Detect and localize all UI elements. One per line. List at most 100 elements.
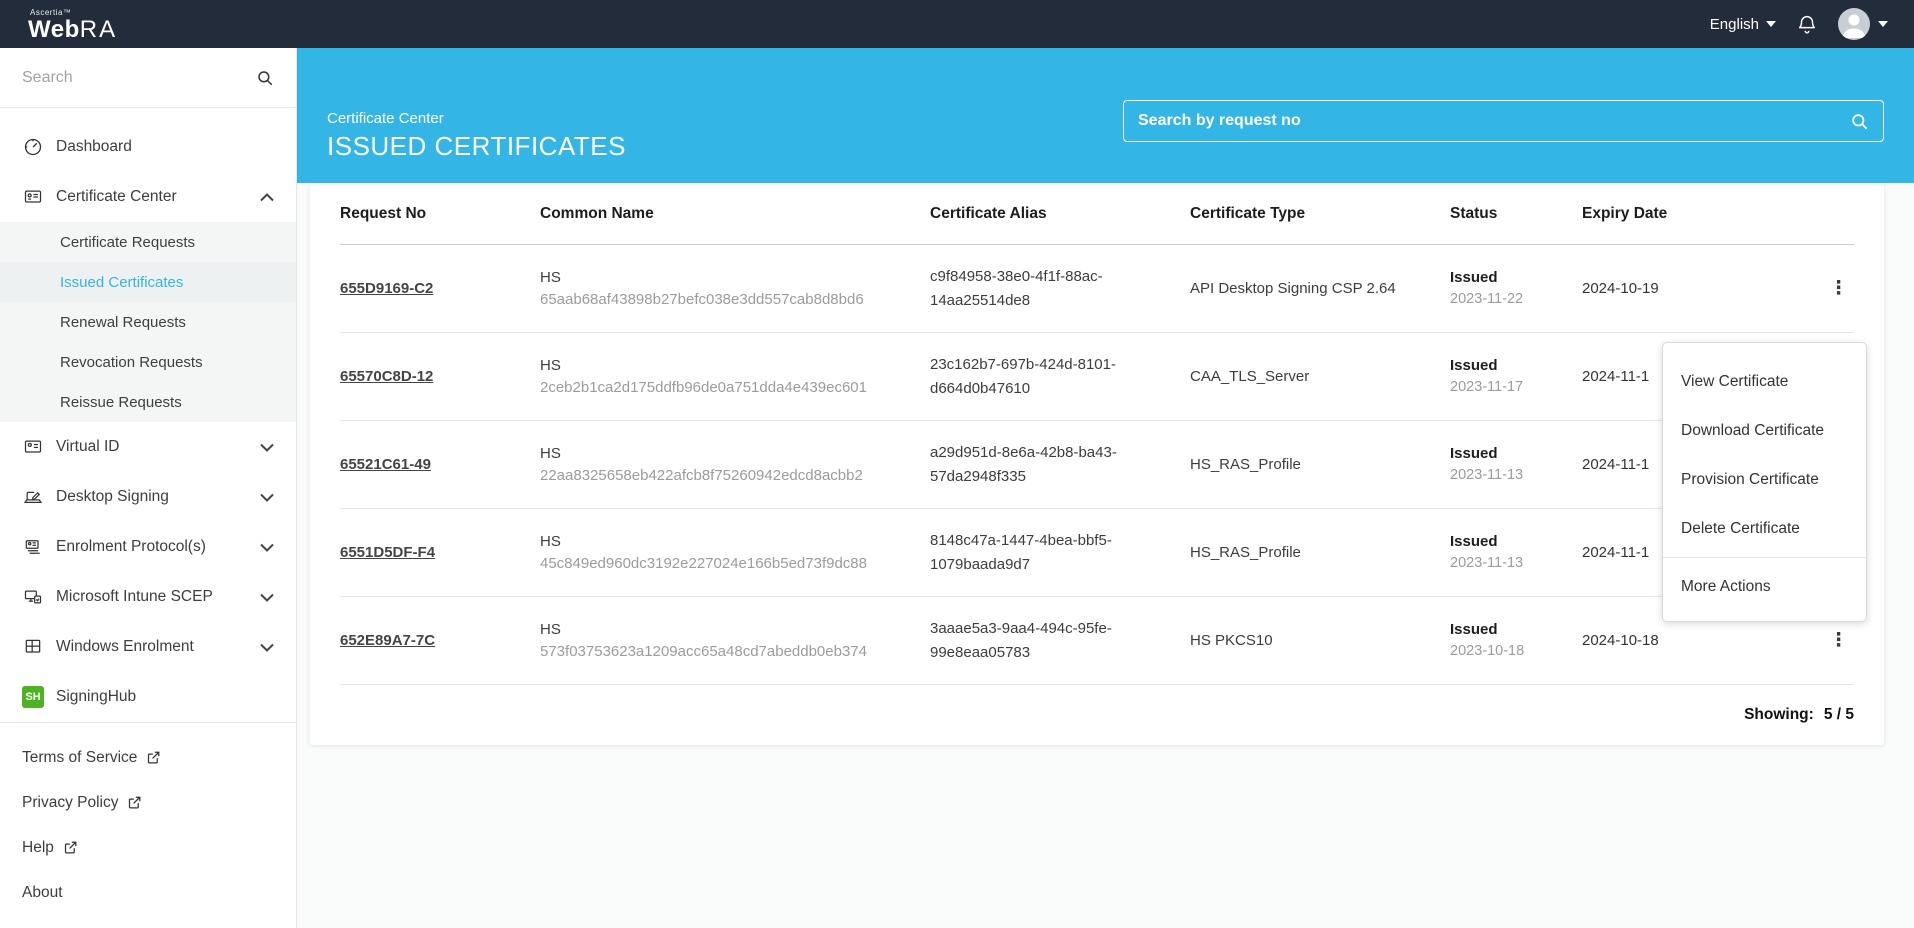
table-row: 65521C61-49 HS 22aa8325658eb422afcb8f752…: [340, 421, 1854, 509]
common-name-hash: 2ceb2b1ca2d175ddfb96de0a751dda4e439ec601: [540, 377, 873, 399]
sidebar-item-revocation-requests[interactable]: Revocation Requests: [0, 342, 296, 382]
page-title: ISSUED CERTIFICATES: [327, 131, 626, 162]
sidebar-item-enrolment-protocols[interactable]: Enrolment Protocol(s): [0, 522, 296, 572]
request-search-input[interactable]: [1138, 112, 1840, 130]
common-name-cell: HS 573f03753623a1209acc65a48cd7abeddb0eb…: [540, 619, 930, 663]
common-name-hash: 45c849ed960dc3192e227024e166b5ed73f9dc88: [540, 553, 873, 575]
showing-label: Showing:: [1744, 706, 1814, 724]
main-content: Certificate Center ISSUED CERTIFICATES R…: [297, 48, 1914, 928]
common-name-org: HS: [540, 531, 930, 553]
status-badge: Issued: [1450, 443, 1582, 465]
request-no-link[interactable]: 652E89A7-7C: [340, 632, 435, 649]
expiry-date: 2024-10-18: [1582, 632, 1659, 649]
search-icon[interactable]: [256, 69, 274, 87]
signinghub-icon: SH: [22, 686, 44, 708]
showing-value: 5 / 5: [1824, 706, 1854, 724]
status-badge: Issued: [1450, 531, 1582, 553]
menu-item-more-actions[interactable]: More Actions: [1663, 562, 1866, 611]
sidebar-item-certificate-center[interactable]: Certificate Center: [0, 172, 296, 222]
menu-divider: [1663, 557, 1866, 558]
column-header-request-no: Request No: [340, 205, 540, 223]
row-actions-kebab-icon[interactable]: ⋮: [1823, 630, 1854, 652]
expiry-date: 2024-11-1: [1582, 368, 1649, 385]
menu-item-provision-certificate[interactable]: Provision Certificate: [1663, 455, 1866, 504]
privacy-policy-link[interactable]: Privacy Policy: [0, 780, 296, 825]
user-menu[interactable]: [1838, 8, 1888, 40]
common-name-org: HS: [540, 267, 930, 289]
language-selector[interactable]: English: [1710, 16, 1776, 33]
sidebar-item-dashboard[interactable]: Dashboard: [0, 122, 296, 172]
certificate-alias: 8148c47a-1447-4bea-bbf5-1079baada9d7: [930, 529, 1137, 577]
gauge-icon: [22, 136, 44, 158]
sidebar-item-microsoft-intune-scep[interactable]: Microsoft Intune SCEP: [0, 572, 296, 622]
sidebar-item-reissue-requests[interactable]: Reissue Requests: [0, 382, 296, 422]
certificate-alias: c9f84958-38e0-4f1f-88ac-14aa25514de8: [930, 265, 1137, 313]
menu-item-delete-certificate[interactable]: Delete Certificate: [1663, 504, 1866, 553]
table-row: 65570C8D-12 HS 2ceb2b1ca2d175ddfb96de0a7…: [340, 333, 1854, 421]
certificate-type: HS_RAS_Profile: [1190, 453, 1402, 476]
status-cell: Issued 2023-11-13: [1450, 443, 1582, 486]
certificate-type: HS PKCS10: [1190, 629, 1402, 652]
windows-icon: [22, 636, 44, 658]
sub-item-label: Renewal Requests: [60, 314, 186, 331]
chevron-down-icon: [260, 643, 274, 652]
menu-item-download-certificate[interactable]: Download Certificate: [1663, 406, 1866, 455]
chevron-down-icon: [260, 593, 274, 602]
sidebar-item-signinghub[interactable]: SH SigningHub: [0, 672, 296, 722]
sidebar-item-renewal-requests[interactable]: Renewal Requests: [0, 302, 296, 342]
monitors-icon: [22, 586, 44, 608]
sub-item-label: Reissue Requests: [60, 394, 182, 411]
request-no-link[interactable]: 655D9169-C2: [340, 280, 433, 297]
status-cell: Issued 2023-10-18: [1450, 619, 1582, 662]
request-search-box: [1123, 100, 1884, 142]
notifications-bell-icon[interactable]: [1796, 12, 1818, 36]
request-no-link[interactable]: 65521C61-49: [340, 456, 431, 473]
menu-item-view-certificate[interactable]: View Certificate: [1663, 357, 1866, 406]
link-label: Privacy Policy: [22, 794, 118, 812]
table-footer: Showing: 5 / 5: [340, 685, 1854, 745]
request-no-link[interactable]: 6551D5DF-F4: [340, 544, 435, 561]
chevron-down-icon: [260, 493, 274, 502]
column-header-expiry-date: Expiry Date: [1582, 205, 1782, 223]
brand-product: WebRA: [28, 16, 117, 43]
chevron-down-icon: [1766, 21, 1776, 27]
sidebar-item-certificate-requests[interactable]: Certificate Requests: [0, 222, 296, 262]
sidebar-item-label: Virtual ID: [56, 438, 260, 456]
sidebar-search-input[interactable]: [22, 69, 248, 87]
sidebar-item-label: Windows Enrolment: [56, 638, 260, 656]
sidebar-nav: Dashboard Certificate Center Certif: [0, 108, 296, 722]
common-name-cell: HS 2ceb2b1ca2d175ddfb96de0a751dda4e439ec…: [540, 355, 930, 399]
link-label: Terms of Service: [22, 749, 137, 767]
about-link[interactable]: About: [0, 870, 296, 915]
help-link[interactable]: Help: [0, 825, 296, 870]
status-cell: Issued 2023-11-22: [1450, 267, 1582, 310]
certificate-type: API Desktop Signing CSP 2.64: [1190, 277, 1402, 300]
certificate-type: CAA_TLS_Server: [1190, 365, 1402, 388]
status-date: 2023-11-17: [1450, 377, 1582, 398]
sidebar-search: [0, 48, 296, 108]
issued-certificates-table-card: Request No Common Name Certificate Alias…: [310, 183, 1884, 745]
expiry-date: 2024-11-1: [1582, 456, 1649, 473]
request-no-link[interactable]: 65570C8D-12: [340, 368, 433, 385]
sidebar-item-windows-enrolment[interactable]: Windows Enrolment: [0, 622, 296, 672]
row-actions-context-menu: View Certificate Download Certificate Pr…: [1662, 342, 1867, 622]
certificate-center-submenu: Certificate Requests Issued Certificates…: [0, 222, 296, 422]
status-date: 2023-11-13: [1450, 465, 1582, 486]
external-link-icon: [146, 750, 161, 765]
sidebar-item-desktop-signing[interactable]: Desktop Signing: [0, 472, 296, 522]
avatar: [1838, 8, 1870, 40]
external-link-icon: [63, 840, 78, 855]
id-card-icon: [22, 436, 44, 458]
status-date: 2023-10-18: [1450, 641, 1582, 662]
search-icon[interactable]: [1850, 112, 1869, 131]
sidebar-item-issued-certificates[interactable]: Issued Certificates: [0, 262, 296, 302]
certificate-alias: 3aaae5a3-9aa4-494c-95fe-99e8eaa05783: [930, 617, 1137, 665]
external-link-icon: [127, 795, 142, 810]
chevron-down-icon: [1878, 21, 1888, 27]
table-header-row: Request No Common Name Certificate Alias…: [340, 183, 1854, 245]
chevron-down-icon: [260, 543, 274, 552]
terms-of-service-link[interactable]: Terms of Service: [0, 735, 296, 780]
sidebar-item-virtual-id[interactable]: Virtual ID: [0, 422, 296, 472]
row-actions-kebab-icon[interactable]: ⋮: [1823, 278, 1854, 300]
chevron-down-icon: [260, 443, 274, 452]
